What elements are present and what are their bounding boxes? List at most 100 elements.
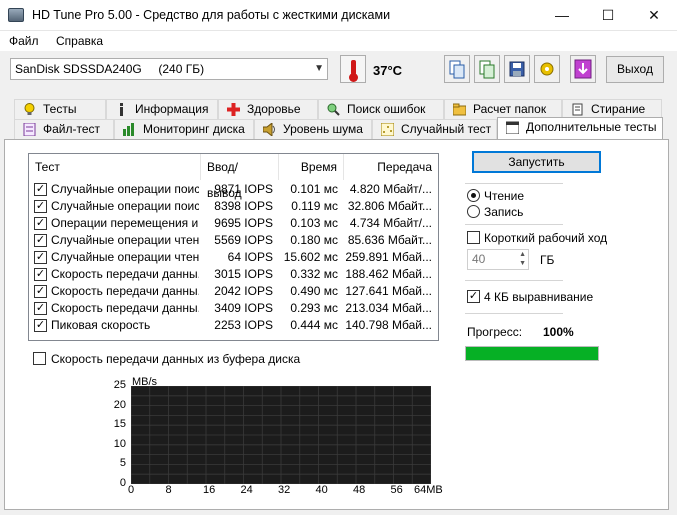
start-button[interactable]: Запустить	[472, 151, 601, 173]
row-checkbox[interactable]: ✓	[34, 319, 47, 332]
read-radio[interactable]	[467, 189, 480, 202]
tab-file-test[interactable]: Файл-тест	[14, 119, 114, 139]
short-stroke-value: 40	[472, 252, 486, 266]
transfer-cell: 4.734 Мбайт/...	[349, 216, 432, 230]
column-header-time[interactable]: Время	[279, 154, 344, 180]
close-button[interactable]: ✕	[631, 0, 677, 30]
row-checkbox[interactable]: ✓	[34, 302, 47, 315]
tab-info[interactable]: Информация	[106, 99, 218, 119]
table-row[interactable]: ✓ Случайные операции поис... 9871 IOPS 0.10…	[29, 181, 438, 198]
copy-screenshot-button[interactable]	[474, 55, 500, 83]
app-icon	[8, 8, 24, 22]
row-checkbox[interactable]: ✓	[34, 200, 47, 213]
time-cell: 0.180 мс	[290, 233, 338, 247]
menu-help[interactable]: Справка	[56, 34, 103, 48]
short-stroke-label: Короткий рабочий ход	[484, 231, 608, 245]
gb-unit-label: ГБ	[540, 253, 555, 267]
row-checkbox[interactable]: ✓	[34, 234, 47, 247]
tab-folder-usage[interactable]: Расчет папок	[444, 99, 562, 119]
tab-health[interactable]: Здоровье	[218, 99, 318, 119]
tab-label: Информация	[135, 102, 209, 116]
row-checkbox[interactable]: ✓	[34, 217, 47, 230]
tab-label: Мониторинг диска	[143, 122, 245, 136]
results-table[interactable]: Тест Ввод/вывод Время Передача ✓ Случайны…	[28, 153, 439, 341]
tab-tests[interactable]: Тесты	[14, 99, 106, 119]
io-cell: 8398 IOPS	[214, 199, 273, 213]
options-icon	[540, 62, 554, 76]
column-header-io[interactable]: Ввод/вывод	[201, 154, 279, 200]
table-row[interactable]: ✓ Скорость передачи данны... 2042 IOPS 0.49…	[29, 283, 438, 300]
x-tick-label: 64MB	[414, 484, 443, 496]
tab-random-test[interactable]: Случайный тест	[372, 119, 497, 139]
write-radio[interactable]	[467, 205, 480, 218]
transfer-cell: 32.806 Мбайт...	[347, 199, 432, 213]
progress-value: 100%	[543, 325, 574, 339]
tab-error-scan[interactable]: Поиск ошибок	[318, 99, 444, 119]
minimize-button[interactable]: —	[539, 0, 585, 30]
time-cell: 0.119 мс	[291, 199, 338, 213]
time-cell: 0.103 мс	[290, 216, 338, 230]
column-header-test[interactable]: Тест	[29, 154, 201, 180]
table-row[interactable]: ✓ Случайные операции поис... 8398 IOPS 0.11…	[29, 198, 438, 215]
speaker-icon	[263, 123, 275, 136]
window-title: HD Tune Pro 5.00 - Средство для работы с…	[32, 8, 391, 22]
tab-erase[interactable]: Стирание	[562, 99, 662, 119]
time-cell: 0.444 мс	[290, 318, 338, 332]
time-cell: 0.293 мс	[290, 301, 338, 315]
x-tick-label: 24	[240, 484, 253, 496]
row-checkbox[interactable]: ✓	[34, 268, 47, 281]
column-header-transfer[interactable]: Передача	[344, 154, 438, 180]
divider	[465, 313, 563, 314]
x-tick-label: 40	[315, 484, 328, 496]
progress-fill	[466, 347, 598, 360]
io-cell: 2253 IOPS	[214, 318, 273, 332]
io-cell: 5569 IOPS	[214, 233, 273, 247]
test-name-cell: Случайные операции поис...	[51, 199, 199, 213]
transfer-cell: 188.462 Мбай...	[345, 267, 432, 281]
options-button[interactable]	[534, 55, 560, 83]
exit-button[interactable]: Выход	[606, 56, 664, 83]
tab-disk-monitor[interactable]: Мониторинг диска	[114, 119, 254, 139]
short-stroke-checkbox[interactable]	[467, 231, 480, 244]
tab-extra-tests[interactable]: Дополнительные тесты	[497, 117, 663, 139]
copy-icon	[449, 60, 465, 79]
align-4k-checkbox[interactable]: ✓	[467, 290, 480, 303]
maximize-button[interactable]: ☐	[585, 0, 631, 30]
temperature-button[interactable]	[340, 55, 366, 83]
tab-label: Дополнительные тесты	[526, 120, 657, 134]
lightbulb-icon	[24, 103, 35, 115]
test-name-cell: Случайные операции чтени...	[51, 250, 199, 264]
menu-file[interactable]: Файл	[9, 34, 39, 48]
row-checkbox[interactable]: ✓	[34, 183, 47, 196]
tab-label: Тесты	[43, 102, 77, 116]
test-name-cell: Пиковая скорость	[51, 318, 151, 332]
table-row[interactable]: ✓ Случайные операции чтени... 64 IOPS 15.60…	[29, 249, 438, 266]
spinner-arrows-icon[interactable]: ▲ ▼	[519, 250, 526, 268]
test-name-cell: Случайные операции чтени...	[51, 233, 199, 247]
test-name-cell: Скорость передачи данны...	[51, 267, 199, 281]
table-row[interactable]: ✓ Случайные операции чтени... 5569 IOPS 0.1…	[29, 232, 438, 249]
table-row[interactable]: ✓ Операции перемещения и... 9695 IOPS 0.103…	[29, 215, 438, 232]
io-cell: 9871 IOPS	[214, 182, 273, 196]
table-row[interactable]: ✓ Пиковая скорость 2253 IOPS 0.444 мс 140.79…	[29, 317, 438, 334]
copy-info-button[interactable]	[444, 55, 470, 83]
row-checkbox[interactable]: ✓	[34, 285, 47, 298]
y-tick-label: 20	[113, 398, 126, 411]
save-button[interactable]	[504, 55, 530, 83]
health-cross-icon	[227, 103, 240, 116]
tab-noise-level[interactable]: Уровень шума	[254, 119, 372, 139]
x-tick-label: 56	[390, 484, 403, 496]
transfer-graph	[130, 385, 432, 485]
buffer-checkbox[interactable]	[33, 352, 46, 365]
download-button[interactable]	[570, 55, 596, 83]
table-row[interactable]: ✓ Скорость передачи данны... 3015 IOPS 0.33…	[29, 266, 438, 283]
test-name-cell: Скорость передачи данны...	[51, 284, 199, 298]
time-cell: 0.490 мс	[290, 284, 338, 298]
save-icon	[509, 61, 525, 77]
row-checkbox[interactable]: ✓	[34, 251, 47, 264]
drive-select[interactable]: SanDisk SDSSDA240G (240 ГБ) ▼	[10, 58, 328, 80]
table-row[interactable]: ✓ Скорость передачи данны... 3409 IOPS 0.29…	[29, 300, 438, 317]
write-radio-label: Запись	[484, 205, 524, 219]
test-name-cell: Скорость передачи данны...	[51, 301, 199, 315]
short-stroke-spinner[interactable]: 40 ▲ ▼	[467, 249, 529, 270]
